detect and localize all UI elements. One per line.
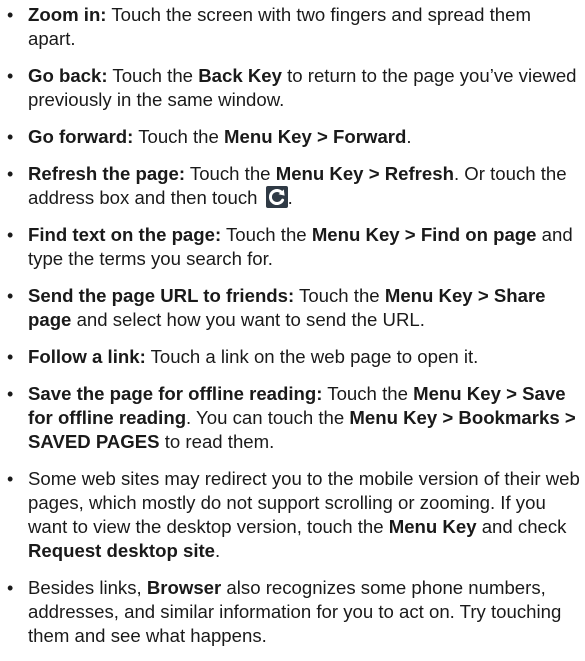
item-heading: Zoom in:: [28, 4, 107, 25]
key-name: Back Key: [198, 65, 282, 86]
item-heading: Follow a link:: [28, 346, 146, 367]
key-name: Menu Key > Find on page: [311, 224, 537, 245]
item-text: .: [287, 187, 293, 208]
list-item: • Follow a link: Touch a link on the web …: [0, 345, 585, 369]
item-text: Touch a link on the web page to open it.: [145, 346, 479, 367]
item-text: .: [215, 540, 221, 561]
item-text: Besides links,: [28, 577, 147, 598]
list-item: • Go back: Touch the Back Key to return t…: [0, 64, 585, 112]
item-text: and select how you want to send the URL.: [71, 309, 425, 330]
item-text: .: [406, 126, 412, 147]
item-text: Touch the: [322, 383, 414, 404]
bullet: •: [7, 286, 14, 306]
item-text: Touch the: [107, 65, 199, 86]
item-text: and check: [476, 516, 567, 537]
list-item: • Save the page for offline reading: Touc…: [0, 382, 585, 454]
item-text: Touch the: [294, 285, 385, 306]
browser-tips-list: • Zoom in: Touch the screen with two fing…: [0, 3, 585, 661]
key-name: Request desktop site: [28, 540, 216, 561]
item-heading: Refresh the page:: [28, 163, 186, 184]
item-text: Touch the: [221, 224, 312, 245]
item-heading: Go back:: [28, 65, 108, 86]
list-item: • Some web sites may redirect you to the …: [0, 467, 585, 563]
item-heading: Find text on the page:: [28, 224, 222, 245]
key-name: Menu Key > Forward: [224, 126, 407, 147]
list-item: • Besides links, Browser also recognizes …: [0, 576, 585, 648]
list-item: • Find text on the page: Touch the Menu K…: [0, 223, 585, 271]
bullet: •: [7, 127, 14, 147]
bullet: •: [7, 225, 14, 245]
bullet: •: [7, 578, 14, 598]
list-item: • Send the page URL to friends: Touch the…: [0, 284, 585, 332]
key-name: Menu Key > Refresh: [275, 163, 454, 184]
bullet: •: [7, 66, 14, 86]
item-text: . You can touch the: [186, 407, 350, 428]
bullet: •: [7, 347, 14, 367]
list-item: • Go forward: Touch the Menu Key > Forwar…: [0, 125, 585, 149]
item-text: to read them.: [159, 431, 275, 452]
item-text: Touch the: [133, 126, 225, 147]
bullet: •: [7, 469, 14, 489]
bullet: •: [7, 164, 14, 184]
item-heading: Send the page URL to friends:: [28, 285, 295, 306]
refresh-icon: [265, 186, 288, 208]
list-item: • Zoom in: Touch the screen with two fing…: [0, 3, 585, 51]
list-item: • Refresh the page: Touch the Menu Key > …: [0, 162, 585, 210]
item-heading: Save the page for offline reading:: [28, 383, 323, 404]
key-name: Menu Key: [388, 516, 477, 537]
bullet: •: [7, 5, 14, 25]
item-heading: Go forward:: [28, 126, 134, 147]
bullet: •: [7, 384, 14, 404]
app-name: Browser: [146, 577, 222, 598]
item-text: Touch the: [185, 163, 276, 184]
